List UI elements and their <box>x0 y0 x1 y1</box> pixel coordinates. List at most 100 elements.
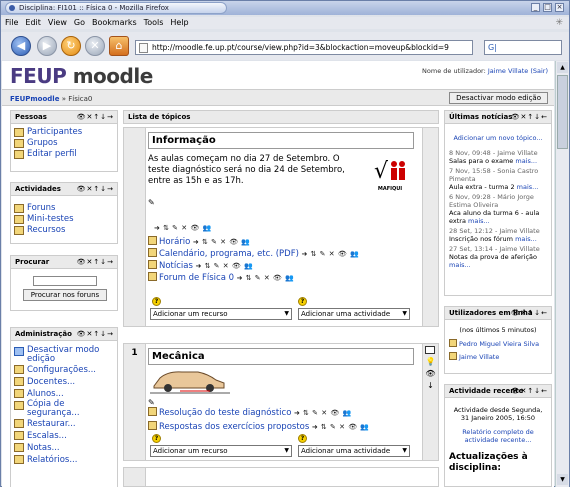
admin-settings-link[interactable]: Configurações... <box>11 364 117 376</box>
news-more-link[interactable]: mais... <box>517 183 539 191</box>
edit-summary-icon[interactable]: ✎ <box>148 198 155 207</box>
search-forums-button[interactable]: Procurar nos foruns <box>23 289 107 301</box>
forum-icon <box>148 272 157 281</box>
forum-icon <box>14 204 24 213</box>
title-bar: Disciplina: FI101 :: Física 0 - Mozilla … <box>1 1 569 15</box>
block-controls[interactable]: 👁✕↑↓← <box>511 111 548 123</box>
block-controls[interactable]: 👁✕↑↓← <box>511 385 548 397</box>
admin-scales-link[interactable]: Escalas... <box>11 430 117 442</box>
block-controls[interactable]: 👁✕↑↓→ <box>77 256 114 268</box>
resource-calendario[interactable]: Calendário, programa, etc. (PDF) ➜ ⇅ ✎ ✕… <box>148 248 359 260</box>
resources-link[interactable]: Recursos <box>11 225 117 236</box>
news-item: 28 Set, 12:12 - Jaime Villate Inscrição n… <box>449 227 540 243</box>
add-activity-select[interactable]: Adicionar uma actividade <box>298 445 410 457</box>
close-button[interactable]: × <box>555 3 564 12</box>
vertical-scrollbar[interactable]: ▲ ▼ <box>555 61 569 487</box>
participants-icon <box>14 128 24 137</box>
online-block-header: Utilizadores em linha 👁✕↑↓← <box>445 307 551 320</box>
back-button[interactable]: ◀ <box>11 36 31 56</box>
scroll-down-arrow[interactable]: ▼ <box>557 474 568 485</box>
admin-grades-link[interactable]: Notas... <box>11 442 117 454</box>
section-2-partial <box>123 467 439 487</box>
page-content: FEUP moodle Nome de utilizador: Jaime Vi… <box>2 61 554 487</box>
move-down-icon[interactable]: ↓ <box>423 380 438 392</box>
add-resource-select[interactable]: Adicionar um recurso <box>150 308 292 320</box>
edit-profile-link[interactable]: Editar perfil <box>11 149 117 160</box>
admin-teachers-link[interactable]: Docentes... <box>11 376 117 388</box>
online-user[interactable]: Pedro Miguel Vieira Silva <box>445 337 551 350</box>
news-block-header: Últimas notícias 👁✕↑↓← <box>445 111 551 124</box>
scroll-up-arrow[interactable]: ▲ <box>557 62 568 73</box>
help-icon[interactable]: ? <box>298 297 307 306</box>
breadcrumb-home[interactable]: FEUPmoodle <box>10 95 59 103</box>
news-more-link[interactable]: mais... <box>468 217 490 225</box>
resource-icon <box>148 407 157 416</box>
search-input[interactable]: G| <box>484 40 562 55</box>
section-0: Informação As aulas começam no dia 27 de… <box>123 127 439 327</box>
news-more-link[interactable]: mais... <box>515 235 537 243</box>
help-icon[interactable]: ? <box>152 297 161 306</box>
news-more-link[interactable]: mais... <box>449 261 471 269</box>
admin-reports-link[interactable]: Relatórios... <box>11 454 117 466</box>
disable-edit-mode-button[interactable]: Desactivar modo edição <box>449 92 548 104</box>
user-name-link[interactable]: Jaime Villate <box>488 67 528 75</box>
scroll-thumb[interactable] <box>557 75 568 149</box>
block-controls[interactable]: 👁✕↑↓← <box>511 307 548 319</box>
restore-icon <box>14 419 24 428</box>
eye-icon[interactable]: 👁 <box>423 368 438 380</box>
resource-respostas[interactable]: Respostas dos exercícios propostos ➜ ⇅ ✎… <box>148 420 370 434</box>
item-controls[interactable]: ➜ ⇅ ✎ ✕ 👁 👥 <box>154 224 212 232</box>
browser-window: Disciplina: FI101 :: Física 0 - Mozilla … <box>0 0 570 487</box>
add-news-link[interactable]: Adicionar um novo tópico... <box>445 124 551 148</box>
news-more-link[interactable]: mais... <box>515 157 537 165</box>
stop-button[interactable]: ✕ <box>85 36 105 56</box>
reload-button[interactable]: ↻ <box>61 36 81 56</box>
throbber-icon: ✳ <box>555 18 563 28</box>
block-controls[interactable]: 👁✕↑↓→ <box>77 111 114 123</box>
online-user[interactable]: Jaime Villate <box>445 350 551 363</box>
groups-link[interactable]: Grupos <box>11 138 117 149</box>
quizzes-link[interactable]: Mini-testes <box>11 214 117 225</box>
full-report-link[interactable]: Relatório completo de actividade recente… <box>445 426 551 446</box>
forward-button[interactable]: ▶ <box>37 36 57 56</box>
maximize-button[interactable]: □ <box>543 3 552 12</box>
minimize-button[interactable]: _ <box>531 3 540 12</box>
logout-link[interactable]: (Sair) <box>530 67 548 75</box>
url-bar[interactable]: http://moodle.fe.up.pt/course/view.php?i… <box>135 40 473 55</box>
admin-restore-link[interactable]: Restaurar... <box>11 418 117 430</box>
home-button[interactable]: ⌂ <box>109 36 129 56</box>
block-controls[interactable]: 👁✕↑↓→ <box>77 183 114 195</box>
menu-help[interactable]: Help <box>166 17 191 27</box>
resource-forum[interactable]: Forum de Física 0 ➜ ⇅ ✎ ✕ 👁 👥 <box>148 272 359 284</box>
settings-icon <box>14 365 24 374</box>
help-icon[interactable]: ? <box>298 434 307 443</box>
section-title: Mecânica <box>148 348 414 365</box>
quiz-icon <box>14 215 24 224</box>
resource-noticias[interactable]: Notícias ➜ ⇅ ✎ ✕ 👁 👥 <box>148 260 359 272</box>
scales-icon <box>14 431 24 440</box>
admin-edit-mode-link[interactable]: Desactivar modo edição <box>11 346 117 364</box>
lightbulb-icon[interactable]: 💡 <box>423 356 438 368</box>
menu-go[interactable]: Go <box>70 17 88 27</box>
menu-edit[interactable]: Edit <box>21 17 44 27</box>
forums-link[interactable]: Foruns <box>11 203 117 214</box>
add-resource-select[interactable]: Adicionar um recurso <box>150 445 292 457</box>
menu-file[interactable]: File <box>1 17 21 27</box>
car-illustration <box>150 366 230 396</box>
resource-horario[interactable]: Horário ➜ ⇅ ✎ ✕ 👁 👥 <box>148 236 359 248</box>
help-icon[interactable]: ? <box>152 434 161 443</box>
menu-tools[interactable]: Tools <box>140 17 167 27</box>
menu-bookmarks[interactable]: Bookmarks <box>88 17 140 27</box>
activities-block-header: Actividades 👁✕↑↓→ <box>11 183 117 196</box>
admin-backup-link[interactable]: Cópia de segurança... <box>11 400 117 418</box>
recent-since: Actividade desde Segunda, 31 Janeiro 200… <box>453 406 543 422</box>
participants-link[interactable]: Participantes <box>11 127 117 138</box>
site-logo[interactable]: FEUP moodle <box>10 64 153 88</box>
menu-view[interactable]: View <box>44 17 70 27</box>
resource-resolucao[interactable]: Resolução do teste diagnóstico ➜ ⇅ ✎ ✕ 👁… <box>148 406 370 420</box>
block-controls[interactable]: 👁✕↑↓→ <box>77 328 114 340</box>
highlight-icon[interactable] <box>425 346 435 354</box>
forum-search-input[interactable] <box>33 276 97 286</box>
window-title-text: Disciplina: FI101 :: Física 0 - Mozilla … <box>19 4 169 12</box>
add-activity-select[interactable]: Adicionar uma actividade <box>298 308 410 320</box>
